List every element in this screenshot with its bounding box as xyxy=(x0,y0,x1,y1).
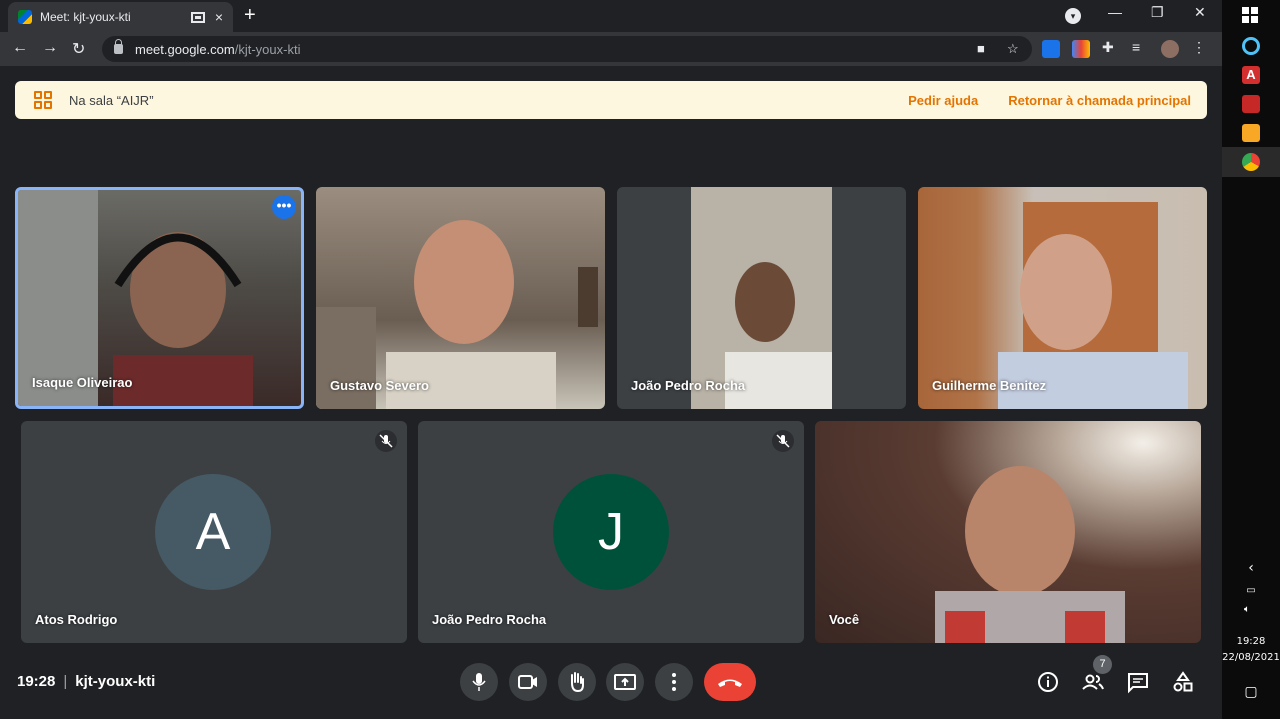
participant-name: Você xyxy=(829,612,860,627)
participant-tile[interactable]: João Pedro Rocha xyxy=(617,187,906,409)
lock-icon[interactable] xyxy=(114,39,123,54)
back-button[interactable]: ← xyxy=(12,39,28,57)
tab-title: Meet: kjt-youx-kti xyxy=(40,10,131,24)
tab-media-icon[interactable] xyxy=(190,11,205,23)
present-button[interactable] xyxy=(606,663,644,701)
camera-button[interactable] xyxy=(509,663,547,701)
clock-time[interactable]: 19:28 xyxy=(1222,636,1280,647)
participant-video xyxy=(316,220,598,409)
participant-video xyxy=(691,187,832,409)
url-host: meet.google.com xyxy=(135,41,235,57)
mic-icon xyxy=(472,673,486,691)
participant-name: João Pedro Rocha xyxy=(432,612,547,627)
participant-tile[interactable]: Guilherme Benitez xyxy=(918,187,1207,409)
room-label: Na sala “AIJR” xyxy=(69,92,154,108)
acrobat-icon[interactable]: A xyxy=(1242,66,1260,84)
notifications-icon[interactable]: ▢ xyxy=(1222,684,1280,700)
browser-tab[interactable]: Meet: kjt-youx-kti × xyxy=(8,2,233,32)
taskbar-app-icon[interactable] xyxy=(1242,37,1260,55)
avatar: J xyxy=(553,474,669,590)
raise-hand-button[interactable] xyxy=(558,663,596,701)
browser-menu-icon[interactable]: ⋮ xyxy=(1192,39,1210,57)
present-icon xyxy=(614,674,636,690)
ask-for-help-button[interactable]: Pedir ajuda xyxy=(908,93,978,108)
meeting-details-button[interactable] xyxy=(1036,670,1060,694)
participant-tile[interactable]: A Atos Rodrigo xyxy=(21,421,407,643)
clock-date[interactable]: 22/08/2021 xyxy=(1220,652,1280,663)
participant-name: Isaque Oliveirao xyxy=(32,375,133,390)
browser-titlebar: Meet: kjt-youx-kti × + ▾ — ❐ ✕ xyxy=(0,0,1222,32)
camera-in-use-icon[interactable]: ■ xyxy=(977,41,985,56)
participant-name: Gustavo Severo xyxy=(330,378,429,393)
participant-count-badge: 7 xyxy=(1093,655,1112,674)
return-to-main-call-button[interactable]: Retornar à chamada principal xyxy=(1008,93,1191,108)
participant-tile[interactable]: ••• Isaque Oliveirao xyxy=(15,187,304,409)
bookmark-star-icon[interactable]: ☆ xyxy=(1007,41,1019,57)
taskbar-app-2020-icon[interactable] xyxy=(1242,95,1260,113)
taskbar-python-icon[interactable] xyxy=(1242,124,1260,142)
meet-favicon-icon xyxy=(18,10,32,24)
meeting-code: kjt-youx-kti xyxy=(75,673,156,690)
participant-video xyxy=(998,202,1188,409)
participant-name: Atos Rodrigo xyxy=(35,612,118,627)
avatar: A xyxy=(155,474,271,590)
new-tab-button[interactable]: + xyxy=(244,4,256,27)
tab-close-icon[interactable]: × xyxy=(215,9,223,25)
battery-icon[interactable]: ▭ xyxy=(1222,585,1280,596)
minimize-button[interactable]: — xyxy=(1108,4,1122,20)
participant-tile[interactable]: Gustavo Severo xyxy=(316,187,605,409)
media-control-icon[interactable]: ≡ xyxy=(1132,39,1150,57)
url-path: /kjt-youx-kti xyxy=(234,41,301,57)
browser-toolbar: ← → ↻ meet.google.com /kjt-youx-kti ■ ☆ xyxy=(0,32,1222,66)
camera-icon xyxy=(518,675,537,689)
address-bar[interactable]: meet.google.com /kjt-youx-kti xyxy=(102,36,1032,62)
leave-call-button[interactable] xyxy=(704,663,756,701)
info-icon xyxy=(1038,672,1058,692)
chat-icon xyxy=(1128,673,1148,694)
meeting-time: 19:28 xyxy=(17,673,56,690)
activities-button[interactable] xyxy=(1171,670,1195,694)
more-options-icon[interactable]: ••• xyxy=(272,195,296,219)
tab-search-icon[interactable]: ▾ xyxy=(1065,8,1081,24)
self-view-tile[interactable]: Você xyxy=(815,421,1201,643)
windows-taskbar: A ‹ ▭ 🔈︎ 19:28 22/08/2021 ▢ xyxy=(1222,0,1280,719)
chrome-icon[interactable] xyxy=(1242,153,1260,171)
raise-hand-icon xyxy=(571,672,584,693)
forward-button[interactable]: → xyxy=(42,39,58,57)
mic-off-icon xyxy=(772,430,794,452)
participant-name: João Pedro Rocha xyxy=(631,378,746,393)
show-hidden-icons-icon[interactable]: ‹ xyxy=(1222,560,1280,576)
extensions-puzzle-icon[interactable]: ✚ xyxy=(1102,39,1120,57)
extension-badge-icon[interactable] xyxy=(1042,40,1060,58)
breakout-room-icon xyxy=(34,91,52,109)
participant-tile[interactable]: J João Pedro Rocha xyxy=(418,421,804,643)
reload-button[interactable]: ↻ xyxy=(72,39,85,59)
windows-start-icon[interactable] xyxy=(1242,7,1260,25)
close-window-button[interactable]: ✕ xyxy=(1194,4,1206,21)
meeting-separator: | xyxy=(63,673,68,690)
self-video xyxy=(935,466,1125,643)
profile-avatar[interactable] xyxy=(1161,40,1179,58)
volume-icon[interactable]: 🔈︎ xyxy=(1237,604,1257,615)
breakout-room-banner: Na sala “AIJR” Pedir ajuda Retornar à ch… xyxy=(15,81,1207,119)
restore-button[interactable]: ❐ xyxy=(1151,4,1164,21)
more-options-button[interactable] xyxy=(655,663,693,701)
mic-off-icon xyxy=(375,430,397,452)
participant-name: Guilherme Benitez xyxy=(932,378,1047,393)
microphone-button[interactable] xyxy=(460,663,498,701)
activities-icon xyxy=(1173,671,1193,692)
meeting-info: 19:28 | kjt-youx-kti xyxy=(17,673,155,690)
chat-button[interactable] xyxy=(1126,670,1150,694)
more-options-icon xyxy=(672,673,676,691)
extension-icon[interactable] xyxy=(1072,40,1090,58)
hangup-icon xyxy=(718,679,742,687)
